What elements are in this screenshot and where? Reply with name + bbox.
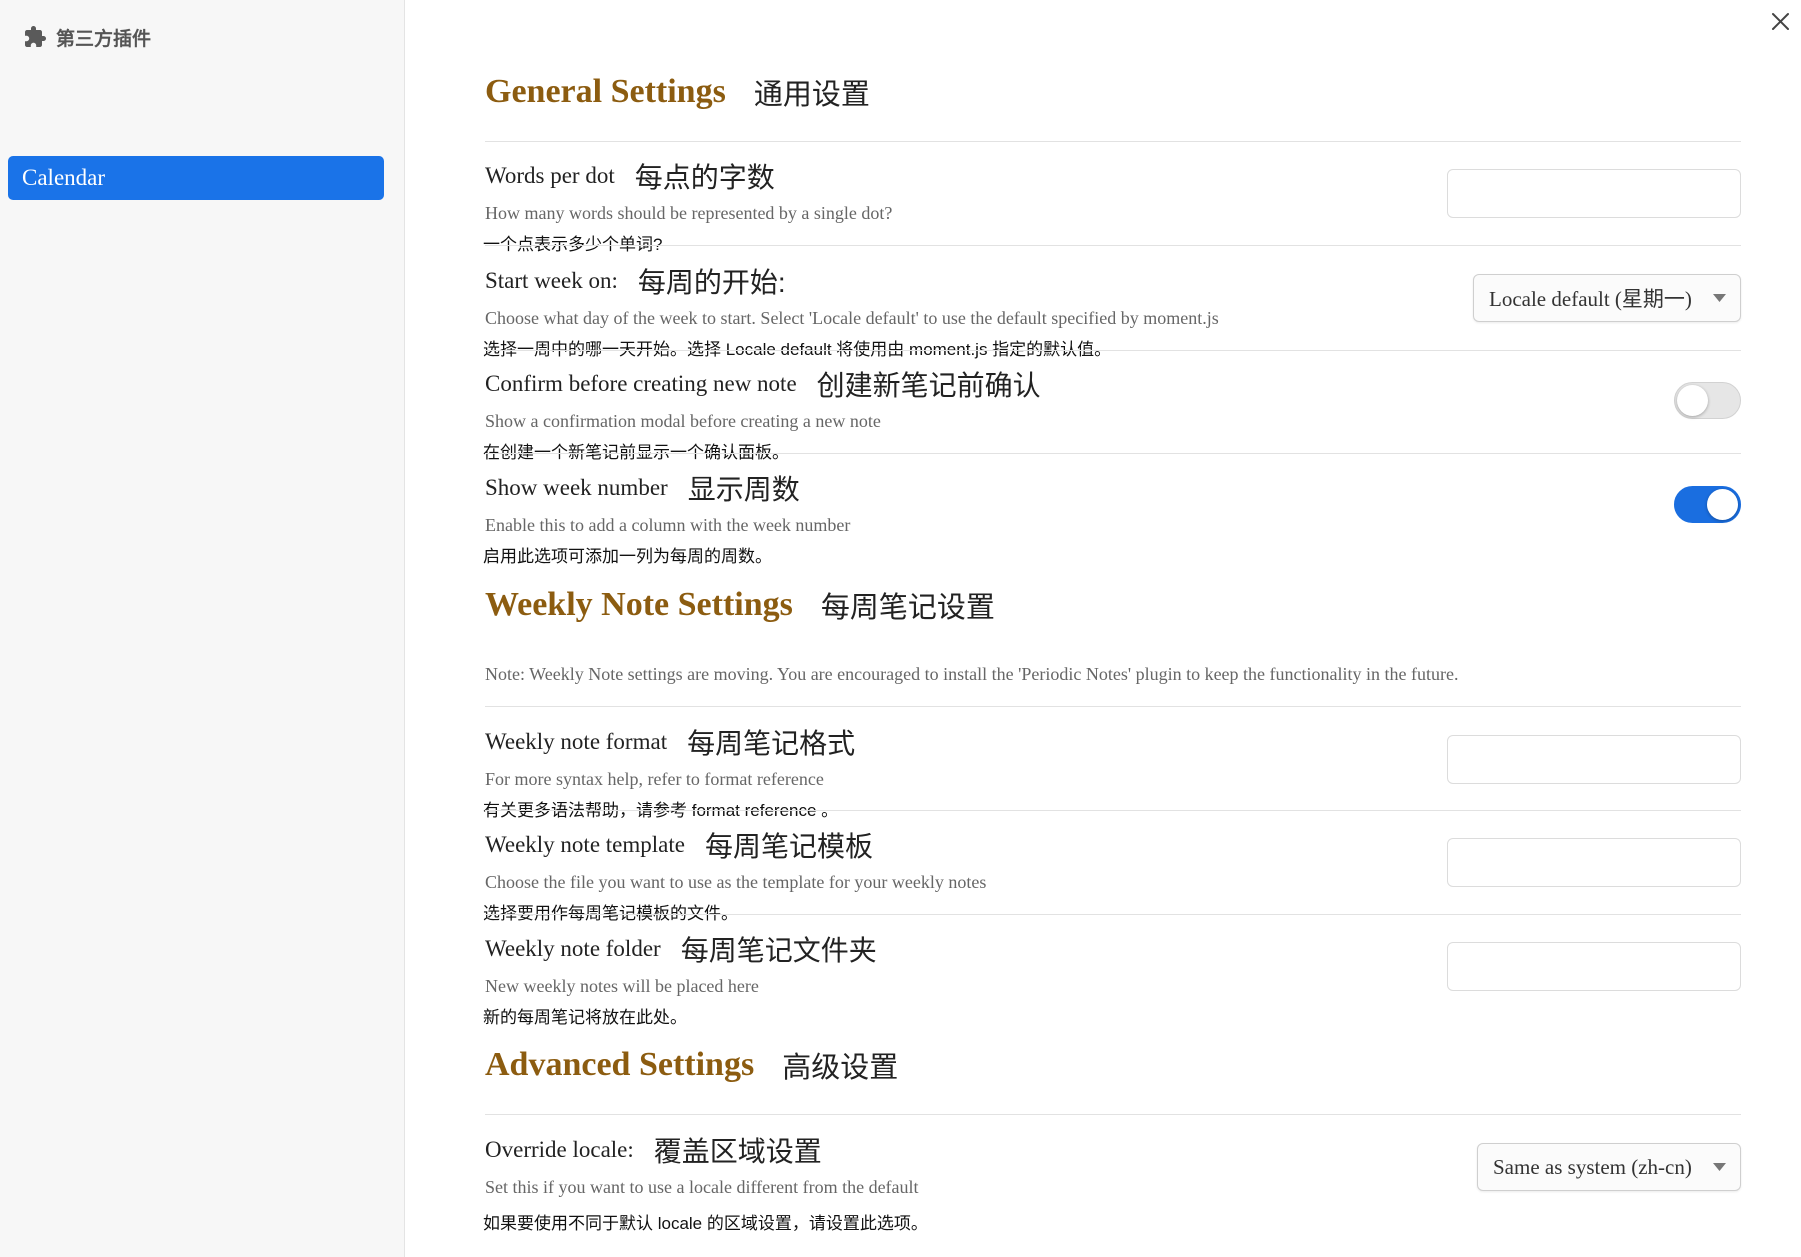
divider xyxy=(485,350,1741,351)
setting-name-zh: 每周的开始: xyxy=(637,267,786,298)
setting-desc: Enable this to add a column with the wee… xyxy=(485,515,851,535)
setting-weekly-note-folder: Weekly note folder 每周笔记文件夹 New weekly no… xyxy=(483,933,1741,1043)
setting-desc: Set this if you want to use a locale dif… xyxy=(485,1177,919,1197)
start-week-dropdown[interactable]: Locale default (星期一) xyxy=(1473,274,1741,322)
setting-name-zh: 每点的字数 xyxy=(634,162,775,193)
setting-name-en: Weekly note template xyxy=(485,832,685,857)
sidebar-header: 第三方插件 xyxy=(23,24,151,50)
weekly-note-format-input[interactable] xyxy=(1447,735,1741,784)
setting-name-en: Weekly note format xyxy=(485,729,668,754)
advanced-settings-heading: Advanced Settings 高级设置 xyxy=(485,1043,898,1087)
weekly-note-template-input[interactable] xyxy=(1447,838,1741,887)
heading-text-zh: 通用设置 xyxy=(753,79,870,111)
chevron-down-icon xyxy=(1713,1163,1726,1171)
setting-name-en: Confirm before creating new note xyxy=(485,371,797,396)
toggle-knob xyxy=(1707,489,1738,520)
setting-name: Weekly note folder 每周笔记文件夹 xyxy=(485,933,877,966)
show-week-number-toggle[interactable] xyxy=(1674,486,1741,523)
close-icon xyxy=(1772,13,1789,30)
heading-text-zh: 高级设置 xyxy=(782,1052,899,1084)
override-locale-dropdown[interactable]: Same as system (zh-cn) xyxy=(1477,1143,1741,1191)
setting-name: Override locale: 覆盖区域设置 xyxy=(485,1134,822,1167)
setting-desc-zh: 如果要使用不同于默认 locale 的区域设置，请设置此选项。 xyxy=(483,1214,928,1233)
setting-name: Weekly note template 每周笔记模板 xyxy=(485,829,873,862)
divider xyxy=(485,141,1741,142)
setting-desc: Choose what day of the week to start. Se… xyxy=(485,308,1219,328)
sidebar-item-calendar[interactable]: Calendar xyxy=(8,156,384,200)
setting-name-en: Show week number xyxy=(485,475,668,500)
setting-name: Words per dot 每点的字数 xyxy=(485,160,775,193)
setting-name-en: Weekly note folder xyxy=(485,936,661,961)
setting-name-zh: 每周笔记文件夹 xyxy=(680,935,877,966)
setting-name: Start week on: 每周的开始: xyxy=(485,265,786,298)
weekly-note-notice: Note: Weekly Note settings are moving. Y… xyxy=(485,664,1459,684)
divider xyxy=(485,1114,1741,1115)
weekly-note-settings-heading: Weekly Note Settings 每周笔记设置 xyxy=(485,583,995,627)
setting-name-zh: 覆盖区域设置 xyxy=(653,1136,822,1167)
setting-name: Weekly note format 每周笔记格式 xyxy=(485,726,855,759)
heading-text: General Settings xyxy=(485,73,726,110)
divider xyxy=(485,914,1741,915)
setting-name-zh: 创建新笔记前确认 xyxy=(816,370,1041,401)
divider xyxy=(485,245,1741,246)
divider xyxy=(485,453,1741,454)
setting-name-zh: 每周笔记模板 xyxy=(704,831,873,862)
setting-words-per-dot: Words per dot 每点的字数 How many words shoul… xyxy=(483,160,1741,270)
setting-show-week-number: Show week number 显示周数 Enable this to add… xyxy=(483,472,1741,582)
setting-name-zh: 显示周数 xyxy=(687,474,800,505)
divider xyxy=(485,706,1741,707)
dropdown-value: Locale default (星期一) xyxy=(1489,287,1692,311)
heading-text: Weekly Note Settings xyxy=(485,586,793,623)
setting-confirm-new-note: Confirm before creating new note 创建新笔记前确… xyxy=(483,368,1741,478)
heading-text-zh: 每周笔记设置 xyxy=(820,592,995,624)
setting-name-en: Override locale: xyxy=(485,1137,634,1162)
setting-desc: Choose the file you want to use as the t… xyxy=(485,872,987,892)
divider xyxy=(485,810,1741,811)
setting-desc-zh: 启用此选项可添加一列为每周的周数。 xyxy=(483,547,772,566)
words-per-dot-input[interactable] xyxy=(1447,169,1741,218)
setting-start-week: Start week on: 每周的开始: Choose what day of… xyxy=(483,265,1741,375)
setting-override-locale: Override locale: 覆盖区域设置 Set this if you … xyxy=(483,1134,1741,1244)
setting-name-en: Start week on: xyxy=(485,268,618,293)
puzzle-icon xyxy=(23,25,47,49)
setting-name: Show week number 显示周数 xyxy=(485,472,800,505)
setting-desc: New weekly notes will be placed here xyxy=(485,976,759,996)
heading-text: Advanced Settings xyxy=(485,1046,755,1083)
setting-desc: For more syntax help, refer to format re… xyxy=(485,769,824,789)
general-settings-heading: General Settings 通用设置 xyxy=(485,70,870,114)
close-button[interactable] xyxy=(1770,11,1791,32)
dropdown-value: Same as system (zh-cn) xyxy=(1493,1154,1692,1179)
setting-name-en: Words per dot xyxy=(485,163,615,188)
setting-weekly-note-format: Weekly note format 每周笔记格式 For more synta… xyxy=(483,726,1741,836)
weekly-note-folder-input[interactable] xyxy=(1447,942,1741,991)
chevron-down-icon xyxy=(1713,294,1726,302)
sidebar: 第三方插件 Calendar xyxy=(0,0,405,1257)
setting-desc-zh: 有关更多语法帮助，请参考 format reference 。 xyxy=(483,801,839,820)
sidebar-title: 第三方插件 xyxy=(56,28,152,50)
setting-name-zh: 每周笔记格式 xyxy=(687,728,856,759)
setting-desc: Show a confirmation modal before creatin… xyxy=(485,411,881,431)
setting-desc: How many words should be represented by … xyxy=(485,203,893,223)
setting-name: Confirm before creating new note 创建新笔记前确… xyxy=(485,368,1041,401)
confirm-new-note-toggle[interactable] xyxy=(1674,382,1741,419)
setting-weekly-note-template: Weekly note template 每周笔记模板 Choose the f… xyxy=(483,829,1741,939)
toggle-knob xyxy=(1677,385,1708,416)
setting-desc-zh: 新的每周笔记将放在此处。 xyxy=(483,1008,687,1027)
